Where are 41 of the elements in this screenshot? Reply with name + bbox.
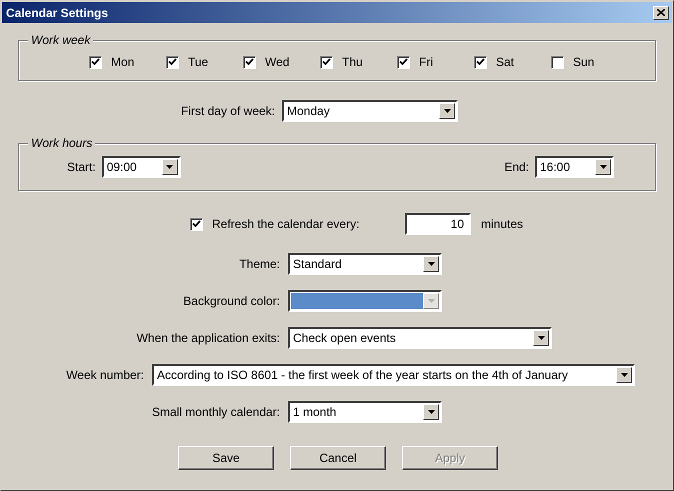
week-number-dropdown[interactable]: According to ISO 8601 - the first week of the year starts on the 4th of January xyxy=(152,364,635,386)
theme-dropdown[interactable]: Standard xyxy=(288,253,442,275)
checkbox[interactable] xyxy=(397,56,410,68)
exit-action-dropdown[interactable]: Check open events xyxy=(288,327,552,349)
checkbox-label: Sun xyxy=(573,55,594,69)
field-label: Start: xyxy=(67,160,96,174)
checkbox[interactable] xyxy=(320,56,333,68)
checkbox-label: Fri xyxy=(419,55,433,69)
dropdown[interactable]: 16:00 xyxy=(535,156,614,178)
close-icon xyxy=(657,9,665,16)
checkbox-label: Tue xyxy=(188,55,208,69)
group-title: Work week xyxy=(28,33,94,47)
field-label: When the application exits: xyxy=(136,331,280,345)
checkbox[interactable] xyxy=(551,56,564,68)
field-label: First day of week: xyxy=(180,104,275,118)
checkbox[interactable] xyxy=(243,56,256,68)
window-title: Calendar Settings xyxy=(6,6,108,20)
field-label: Small monthly calendar: xyxy=(150,405,280,419)
checkbox-label: Refresh the calendar every: xyxy=(212,217,360,231)
dropdown[interactable]: 09:00 xyxy=(102,156,181,178)
dialog-button[interactable]: Save xyxy=(178,446,274,470)
field-label: Week number: xyxy=(65,368,144,382)
color-dropdown[interactable] xyxy=(288,290,442,312)
field-label: Background color: xyxy=(182,294,280,308)
checkbox-label: Sat xyxy=(496,55,514,69)
checkbox[interactable] xyxy=(166,56,179,68)
checkbox-label: Wed xyxy=(265,55,290,69)
checkbox-label: Thu xyxy=(342,55,363,69)
checkbox[interactable] xyxy=(89,56,102,68)
checkbox-label: Mon xyxy=(111,55,134,69)
field-label: End: xyxy=(504,160,529,174)
dialog-button[interactable]: Cancel xyxy=(290,446,386,470)
checkbox[interactable] xyxy=(474,56,487,68)
group-title: Work hours xyxy=(28,136,96,150)
close-button[interactable] xyxy=(653,6,669,20)
field-label: Theme: xyxy=(238,257,280,271)
minutes-field[interactable]: 10 xyxy=(405,213,471,235)
unit-label: minutes xyxy=(481,217,524,231)
monthly-calendar-dropdown[interactable]: 1 month xyxy=(288,401,442,423)
checkbox[interactable] xyxy=(190,218,203,230)
first-day-dropdown[interactable]: Monday xyxy=(282,100,458,122)
